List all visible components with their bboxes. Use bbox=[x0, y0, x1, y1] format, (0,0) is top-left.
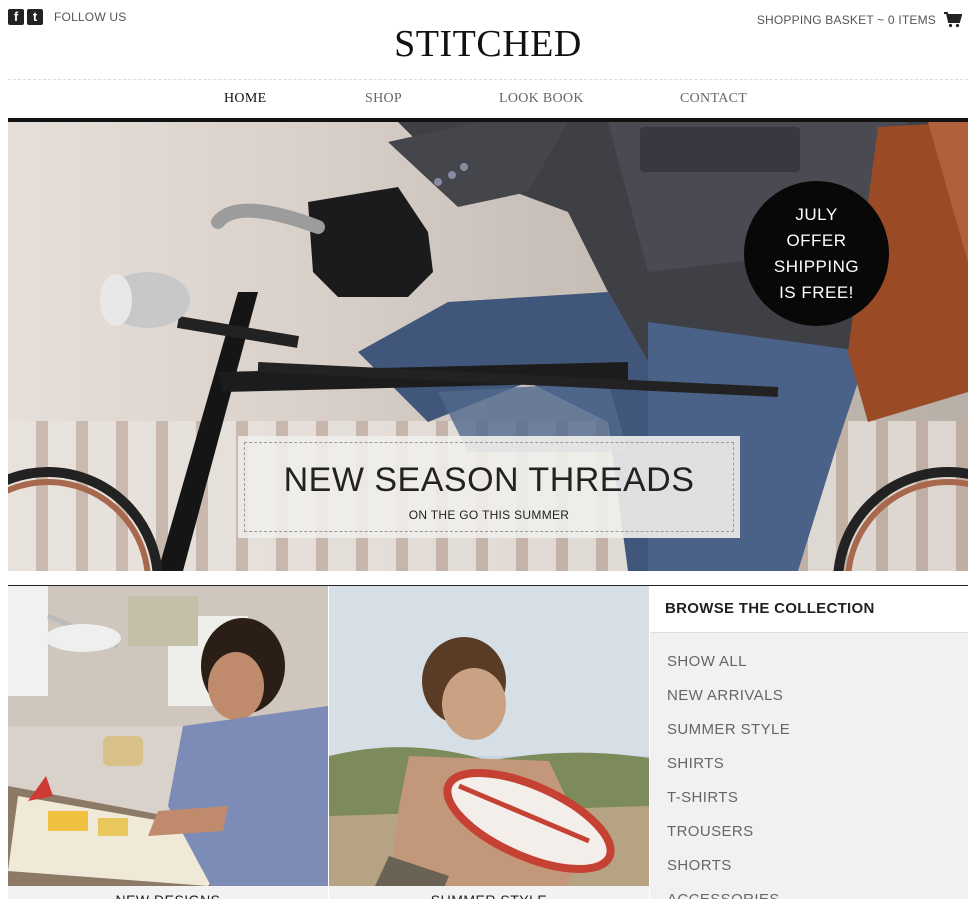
nav-shop[interactable]: SHOP bbox=[365, 90, 402, 108]
hero-subtitle: ON THE GO THIS SUMMER bbox=[408, 508, 570, 522]
collection-list: SHOW ALL NEW ARRIVALS SUMMER STYLE SHIRT… bbox=[650, 633, 968, 899]
july-offer-badge[interactable]: JULY OFFER SHIPPING IS FREE! bbox=[744, 181, 889, 326]
collection-item-shorts[interactable]: SHORTS bbox=[667, 857, 968, 891]
tile-summer-style[interactable]: SUMMER STYLE bbox=[329, 586, 649, 899]
sidebar-header: BROWSE THE COLLECTION bbox=[650, 586, 968, 633]
tile-caption-text[interactable]: SUMMER STYLE bbox=[329, 886, 649, 899]
collection-item-shirts[interactable]: SHIRTS bbox=[667, 755, 968, 789]
tile-image-surfer bbox=[329, 586, 649, 899]
tile-caption[interactable]: NEW DESIGNS bbox=[8, 886, 328, 899]
badge-line: IS FREE! bbox=[779, 282, 854, 302]
tile-new-designs[interactable]: NEW DESIGNS bbox=[8, 586, 328, 899]
hero-banner[interactable]: JULY OFFER SHIPPING IS FREE! NEW SEASON … bbox=[8, 122, 968, 571]
collection-item-accessories[interactable]: ACCESSORIES bbox=[667, 891, 968, 899]
header-divider bbox=[8, 79, 968, 80]
hero-title: NEW SEASON THREADS bbox=[283, 461, 695, 499]
badge-line: OFFER bbox=[786, 230, 847, 250]
browse-collection-sidebar: BROWSE THE COLLECTION SHOW ALL NEW ARRIV… bbox=[650, 586, 968, 899]
shopping-basket[interactable]: SHOPPING BASKET ~ 0 ITEMS bbox=[757, 12, 962, 28]
badge-line: SHIPPING bbox=[773, 256, 860, 276]
cart-icon[interactable] bbox=[944, 12, 962, 28]
badge-line: JULY bbox=[795, 204, 838, 224]
tile-caption[interactable]: SUMMER STYLE bbox=[329, 886, 649, 899]
collection-item-new-arrivals[interactable]: NEW ARRIVALS bbox=[667, 687, 968, 721]
site-logo[interactable]: STITCHED bbox=[0, 22, 976, 66]
nav-home[interactable]: HOME bbox=[224, 90, 266, 108]
collection-item-show-all[interactable]: SHOW ALL bbox=[667, 653, 968, 687]
basket-label[interactable]: SHOPPING BASKET ~ 0 ITEMS bbox=[757, 13, 936, 27]
sidebar-title: BROWSE THE COLLECTION bbox=[665, 600, 875, 617]
hero-caption-border: NEW SEASON THREADS ON THE GO THIS SUMMER bbox=[244, 442, 734, 532]
collection-item-summer-style[interactable]: SUMMER STYLE bbox=[667, 721, 968, 755]
main-nav: HOME SHOP LOOK BOOK CONTACT bbox=[0, 90, 976, 110]
collection-item-t-shirts[interactable]: T-SHIRTS bbox=[667, 789, 968, 823]
tile-image-designer bbox=[8, 586, 328, 899]
tile-caption-text[interactable]: NEW DESIGNS bbox=[8, 886, 328, 899]
nav-look-book[interactable]: LOOK BOOK bbox=[499, 90, 584, 108]
nav-contact[interactable]: CONTACT bbox=[680, 90, 747, 108]
collection-item-trousers[interactable]: TROUSERS bbox=[667, 823, 968, 857]
hero-caption-card[interactable]: NEW SEASON THREADS ON THE GO THIS SUMMER bbox=[238, 436, 740, 538]
